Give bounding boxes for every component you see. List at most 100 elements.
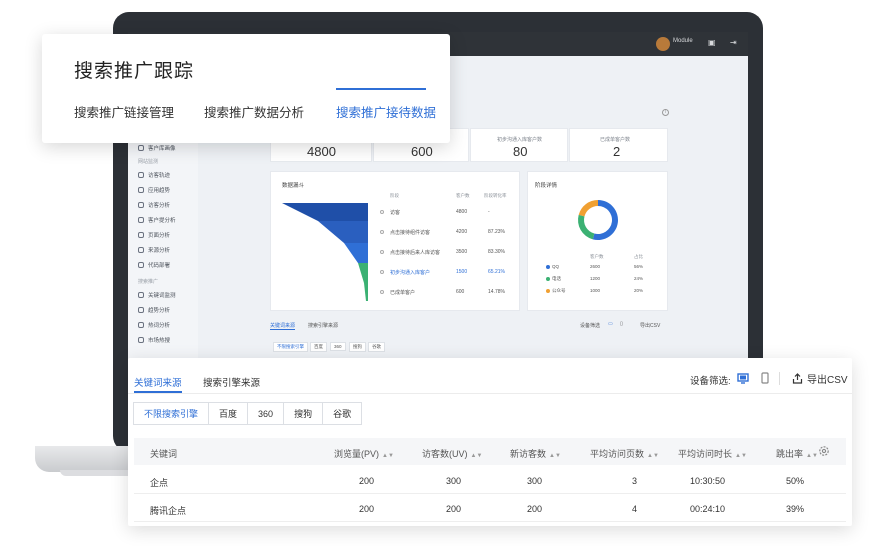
mini-chip[interactable]: 不限搜索引擎 <box>273 342 308 352</box>
legend-item[interactable]: 电话 <box>546 276 561 282</box>
funnel-row[interactable]: 点击接待后来人库访客 <box>380 249 440 256</box>
detail-header: 占比 <box>634 254 643 259</box>
tab-reception-data[interactable]: 搜索推广接待数据 <box>336 102 436 121</box>
sidebar-item[interactable]: 页面分析 <box>138 231 170 239</box>
sidebar-item[interactable]: 市场热搜 <box>138 336 170 344</box>
sidebar-item[interactable]: 客户库画像 <box>138 144 176 152</box>
funnel-row[interactable]: 点击接待组件访客 <box>380 229 430 236</box>
mini-tab-engine[interactable]: 搜索引擎来源 <box>308 322 338 329</box>
funnel-rate: 83.30% <box>488 249 505 255</box>
column-header-bounce-rate[interactable]: 跳出率 ▲▼ <box>776 447 818 460</box>
sort-icon: ▲▼ <box>549 453 561 459</box>
logout-icon[interactable]: ⇥ <box>730 38 737 47</box>
cell-uv: 300 <box>445 476 461 486</box>
legend-dot-icon <box>546 276 550 281</box>
column-header-uv[interactable]: 访客数(UV) ▲▼ <box>422 447 482 460</box>
donut-slice <box>578 200 598 217</box>
info-icon[interactable]: i <box>662 109 669 116</box>
legend-item[interactable]: 公众号 <box>546 288 566 294</box>
mini-desktop-icon[interactable]: ▭ <box>608 321 613 327</box>
sidebar-group-label: 网站监测 <box>138 159 159 165</box>
funnel-segment-converted <box>358 263 368 283</box>
funnel-chart <box>282 203 368 301</box>
cell-avg-duration: 00:24:10 <box>689 504 725 514</box>
funnel-count: 4200 <box>456 229 468 235</box>
mini-device-label: 设备筛选 <box>580 323 601 329</box>
funnel-segment-deal <box>364 283 368 301</box>
sidebar-item[interactable]: 来源分析 <box>138 246 170 254</box>
desktop-icon[interactable] <box>736 371 750 385</box>
divider <box>128 393 852 394</box>
funnel-row[interactable]: 已成单客户 <box>380 289 415 296</box>
funnel-row[interactable]: 初步沟通入库客户 <box>380 269 430 276</box>
sidebar-item[interactable]: 访客分析 <box>138 201 170 209</box>
funnel-count: 4800 <box>456 209 468 215</box>
legend-item[interactable]: QQ <box>546 264 559 269</box>
sidebar-item[interactable]: 客户提分析 <box>138 216 176 224</box>
funnel-rate: 87.23% <box>488 229 505 235</box>
cell-new-visitors: 200 <box>526 504 542 514</box>
cell-avg-pages: 4 <box>631 504 637 514</box>
tab-data-analysis[interactable]: 搜索推广数据分析 <box>204 102 304 121</box>
kpi-value: 4800 <box>307 144 336 159</box>
funnel-count: 600 <box>456 289 465 295</box>
device-filter-label: 设备筛选: <box>690 376 731 387</box>
chip-baidu[interactable]: 百度 <box>208 402 249 425</box>
sidebar-item[interactable]: 趋势分析 <box>138 306 170 314</box>
legend-count: 2600 <box>590 264 601 269</box>
sidebar-item[interactable]: 代码部署 <box>138 261 170 269</box>
sidebar-item[interactable]: 应用趋势 <box>138 186 170 194</box>
mini-chip[interactable]: 搜狗 <box>349 342 366 352</box>
tab-engine-source[interactable]: 搜索引擎来源 <box>203 375 260 389</box>
kpi-card: 初步沟通入库客户数 80 <box>470 128 568 162</box>
gear-icon[interactable] <box>817 444 831 458</box>
mobile-icon[interactable] <box>758 371 772 385</box>
active-tab-indicator <box>336 88 426 90</box>
table-row[interactable]: 腾讯企点 200 200 200 4 00:24:10 39% <box>134 494 846 522</box>
chip-all-engines[interactable]: 不限搜索引擎 <box>133 402 210 425</box>
menu-icon <box>138 292 144 298</box>
kpi-value: 2 <box>613 144 621 159</box>
detail-title: 阶段详情 <box>535 183 558 189</box>
funnel-row[interactable]: 访客 <box>380 209 400 216</box>
column-header-avg-duration[interactable]: 平均访问时长 ▲▼ <box>678 447 747 460</box>
menu-icon <box>138 247 144 253</box>
table-card: 关键词来源 搜索引擎来源 设备筛选: 导出CSV 不限搜索引擎 百度 360 搜… <box>128 358 852 526</box>
legend-share: 24% <box>634 276 644 281</box>
kpi-value: 600 <box>411 144 433 159</box>
window-icon[interactable]: ▣ <box>708 38 716 47</box>
mini-chip[interactable]: 360 <box>330 342 346 351</box>
tab-link-management[interactable]: 搜索推广链接管理 <box>74 102 174 121</box>
tab-keyword-source[interactable]: 关键词来源 <box>134 375 182 389</box>
column-header-pv[interactable]: 浏览量(PV) ▲▼ <box>334 447 394 460</box>
sidebar-item[interactable]: 热词分析 <box>138 321 170 329</box>
mini-export-button[interactable]: 导出CSV <box>640 322 660 329</box>
funnel-rate: 14.78% <box>488 289 505 295</box>
menu-icon <box>138 337 144 343</box>
chip-sogou[interactable]: 搜狗 <box>283 402 324 425</box>
sidebar-item[interactable]: 访客轨迹 <box>138 171 170 179</box>
mini-chip[interactable]: 谷歌 <box>368 342 385 352</box>
user-name[interactable]: Module <box>673 38 693 44</box>
mini-tab-keyword[interactable]: 关键词来源 <box>270 322 296 330</box>
export-csv-button[interactable]: 导出CSV <box>792 370 848 386</box>
legend-share: 20% <box>634 288 644 293</box>
menu-icon <box>138 232 144 238</box>
chip-360[interactable]: 360 <box>247 402 285 425</box>
menu-icon <box>138 307 144 313</box>
chip-google[interactable]: 谷歌 <box>322 402 363 425</box>
column-header-new-visitors[interactable]: 新访客数 ▲▼ <box>510 447 561 460</box>
menu-icon <box>138 262 144 268</box>
funnel-header: 阶段 <box>390 193 399 198</box>
funnel-header: 客户数 <box>456 193 470 198</box>
legend-dot-icon <box>546 288 550 293</box>
cell-pv: 200 <box>358 504 374 514</box>
column-header-avg-pages[interactable]: 平均访问页数 ▲▼ <box>590 447 659 460</box>
table-row[interactable]: 企点 200 300 300 3 10:30:50 50% <box>134 466 846 494</box>
user-avatar[interactable] <box>656 37 670 51</box>
sidebar-item[interactable]: 关键词监测 <box>138 291 176 299</box>
mini-chip[interactable]: 百度 <box>310 342 327 352</box>
status-dot-icon <box>380 290 384 294</box>
status-dot-icon <box>380 210 384 214</box>
mini-mobile-icon[interactable]: ▯ <box>620 321 623 327</box>
